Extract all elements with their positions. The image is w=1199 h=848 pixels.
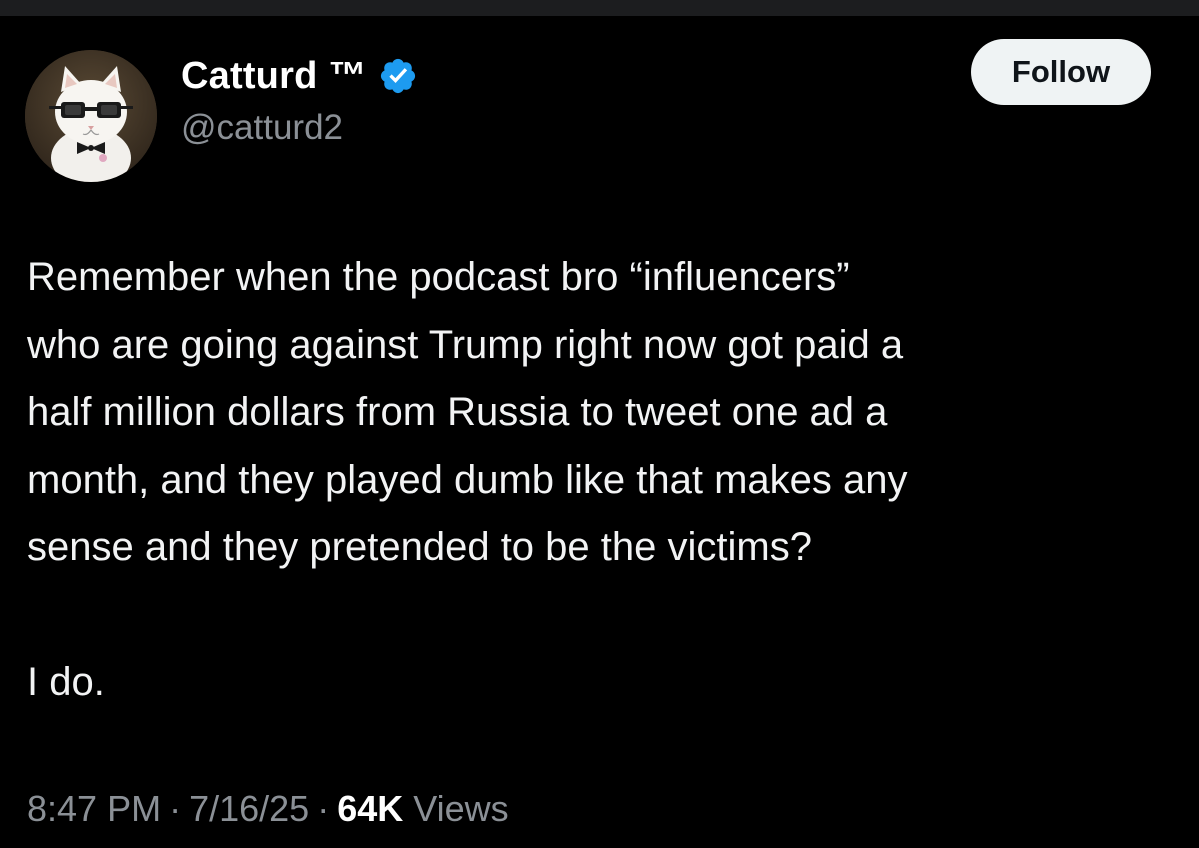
tweet-text-line: month, and they played dumb like that ma… [27, 457, 908, 502]
verified-badge-icon [378, 56, 418, 96]
tweet-text-line: half million dollars from Russia to twee… [27, 390, 888, 434]
cat-with-glasses-avatar-icon [25, 50, 157, 182]
meta-separator: · [317, 788, 330, 829]
views-label[interactable]: Views [413, 788, 508, 830]
views-count[interactable]: 64K [337, 788, 403, 830]
tweet-text-line: Remember when the podcast bro “influence… [27, 255, 850, 299]
tweet-text: Remember when the podcast bro “influence… [27, 244, 1177, 716]
tweet-date[interactable]: 7/16/25 [189, 788, 309, 830]
author-display-name[interactable]: Catturd ™ [181, 55, 366, 98]
tweet-closing-line: I do. [27, 659, 105, 704]
author-name-row[interactable]: Catturd ™ [181, 54, 418, 98]
tweet-text-line: who are going against Trump right now go… [27, 322, 904, 367]
tweet-text-line: sense and they pretended to be the victi… [27, 525, 812, 569]
author-handle[interactable]: @catturd2 [181, 108, 343, 148]
tweet-meta: 8:47 PM · 7/16/25 · 64K Views [27, 788, 509, 830]
tweet-time[interactable]: 8:47 PM [27, 788, 161, 830]
avatar[interactable] [25, 50, 157, 182]
top-bar [0, 0, 1199, 16]
tweet-card: Catturd ™ @catturd2 Follow Remember when… [0, 16, 1199, 848]
meta-separator: · [169, 788, 182, 829]
follow-button[interactable]: Follow [971, 39, 1151, 105]
